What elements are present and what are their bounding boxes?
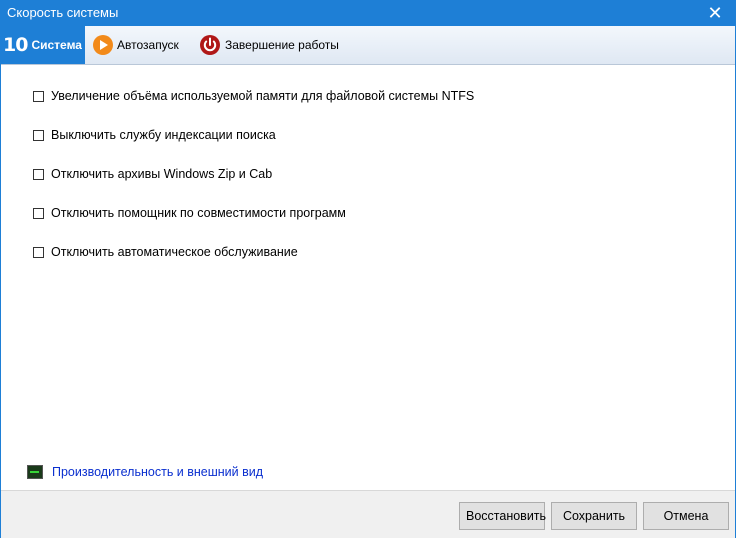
tab-system-label: Система [31,38,82,52]
option-search-indexing[interactable]: Выключить службу индексации поиска [33,128,276,142]
tab-shutdown-label: Завершение работы [225,38,339,52]
option-zip-cab[interactable]: Отключить архивы Windows Zip и Cab [33,167,272,181]
performance-link[interactable]: Производительность и внешний вид [27,465,263,479]
button-bar: Восстановить Сохранить Отмена [1,490,735,538]
windows-10-icon: 10 [3,34,28,56]
close-button[interactable]: ✕ [695,0,735,26]
tab-bar: 10 Система Автозапуск Завершение работы [1,26,735,65]
checkbox[interactable] [33,90,44,102]
tab-system[interactable]: 10 Система [1,26,85,64]
cancel-button[interactable]: Отмена [643,502,729,530]
tab-autorun[interactable]: Автозапуск [89,28,179,62]
save-button[interactable]: Сохранить [551,502,637,530]
option-label: Отключить помощник по совместимости прог… [51,206,346,220]
performance-monitor-icon [27,465,43,479]
window-title: Скорость системы [7,5,119,20]
checkbox[interactable] [33,129,44,141]
performance-link-label[interactable]: Производительность и внешний вид [52,465,263,479]
option-label: Отключить автоматическое обслуживание [51,245,298,259]
checkbox[interactable] [33,246,44,258]
play-icon [93,35,113,55]
option-ntfs-memory[interactable]: Увеличение объёма используемой памяти дл… [33,89,474,103]
tab-shutdown[interactable]: Завершение работы [195,28,339,62]
close-icon: ✕ [707,3,723,23]
options-panel: Увеличение объёма используемой памяти дл… [1,65,735,490]
power-icon [200,35,220,55]
tab-autorun-label: Автозапуск [117,38,179,52]
option-label: Отключить архивы Windows Zip и Cab [51,167,273,181]
option-label: Выключить службу индексации поиска [51,128,276,142]
checkbox[interactable] [33,168,44,180]
title-bar: Скорость системы ✕ [1,0,735,26]
restore-button[interactable]: Восстановить [459,502,546,530]
option-compat-assistant[interactable]: Отключить помощник по совместимости прог… [33,206,346,220]
option-label: Увеличение объёма используемой памяти дл… [51,89,475,103]
app-window: Скорость системы ✕ 10 Система Автозапуск… [0,0,736,538]
checkbox[interactable] [33,207,44,219]
option-auto-maintenance[interactable]: Отключить автоматическое обслуживание [33,245,298,259]
